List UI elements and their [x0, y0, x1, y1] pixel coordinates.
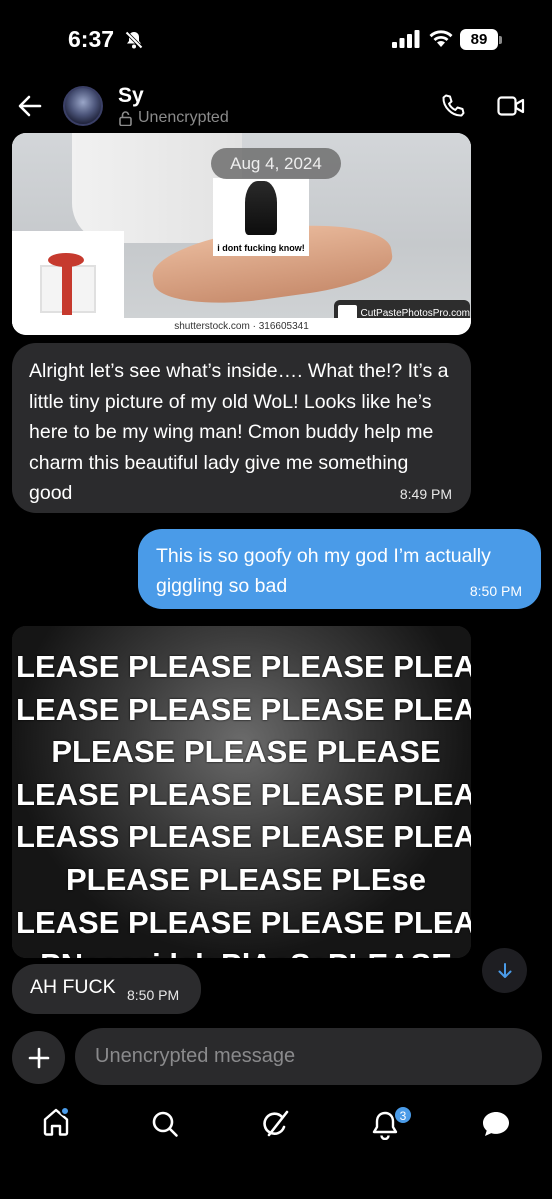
bell-off-icon: [124, 30, 144, 50]
date-chip: Aug 4, 2024: [211, 148, 341, 179]
home-unread-dot: [60, 1106, 70, 1116]
meme-line: LEASE PLEASE PLEASE PLEA: [16, 776, 471, 812]
encryption-status: Unencrypted: [119, 109, 229, 127]
chat-header: Sy Unencrypted: [0, 80, 552, 134]
message-time: 8:50 PM: [469, 583, 522, 599]
avatar[interactable]: [63, 86, 103, 126]
meme-line: LEASE PLEASE PLEASE PLEA: [16, 691, 471, 727]
cellular-signal-icon: [392, 30, 420, 48]
meme-line: PLEASE PLEASE PLEASE: [51, 734, 441, 770]
gift-ribbon: [62, 261, 72, 315]
attach-button[interactable]: [12, 1031, 65, 1084]
message-text: Alright let’s see what’s inside…. What t…: [29, 360, 449, 504]
grok-icon[interactable]: [260, 1109, 290, 1139]
wol-figure: [245, 181, 277, 235]
wifi-icon: [429, 30, 453, 47]
phone-call-icon[interactable]: [440, 93, 466, 119]
image-credit: shutterstock.com · 316605341: [12, 318, 471, 335]
meme-line: LEASE PLEASE PLEASE PLEA: [16, 649, 471, 684]
message-text: This is so goofy oh my god I’m actually …: [156, 545, 491, 597]
message-time: 8:49 PM: [399, 486, 452, 502]
meme-line: LEASS PLEASE PLEASE PLEA: [16, 819, 471, 855]
message-time: 8:50 PM: [127, 987, 180, 1003]
encryption-label: Unencrypted: [138, 109, 229, 126]
arrow-down-icon: [498, 962, 511, 978]
status-time: 6:37: [68, 26, 115, 52]
incoming-message[interactable]: AH FUCK 8:50 PM: [12, 964, 201, 1014]
contact-name[interactable]: Sy: [118, 84, 144, 108]
meme-caption: i dont fucking know!: [217, 243, 305, 253]
image-message-please-meme[interactable]: LEASE PLEASE PLEASE PLEA LEASE PLEASE PL…: [12, 626, 471, 958]
scroll-to-bottom-button[interactable]: [482, 948, 527, 993]
battery-tip: [499, 36, 502, 44]
notifications-badge: 3: [394, 1106, 412, 1124]
lock-open-icon: [119, 110, 132, 126]
battery-level: 89: [460, 29, 498, 50]
incoming-message[interactable]: Alright let’s see what’s inside…. What t…: [12, 343, 471, 513]
status-bar: 6:37 89: [0, 0, 552, 80]
meme-line: PNeacsi lek PlAsSePLEASE: [12, 944, 471, 958]
message-input[interactable]: Unencrypted message: [75, 1028, 542, 1085]
watermark-text: CutPastePhotosPro.com: [360, 307, 471, 319]
meme-text-block: LEASE PLEASE PLEASE PLEA LEASE PLEASE PL…: [12, 646, 471, 958]
back-arrow-icon[interactable]: [16, 92, 44, 120]
meme-line: PLEASE PLEASE PLEse: [65, 861, 427, 897]
plus-icon: [28, 1047, 49, 1068]
messages-chat-icon[interactable]: [481, 1110, 511, 1138]
outgoing-message[interactable]: This is so goofy oh my god I’m actually …: [138, 529, 541, 609]
search-icon[interactable]: [151, 1110, 179, 1138]
video-call-icon[interactable]: [497, 95, 525, 117]
gift-bow: [48, 253, 84, 267]
meme-line: LEASE PLEASE PLEASE PLEA: [16, 904, 471, 940]
